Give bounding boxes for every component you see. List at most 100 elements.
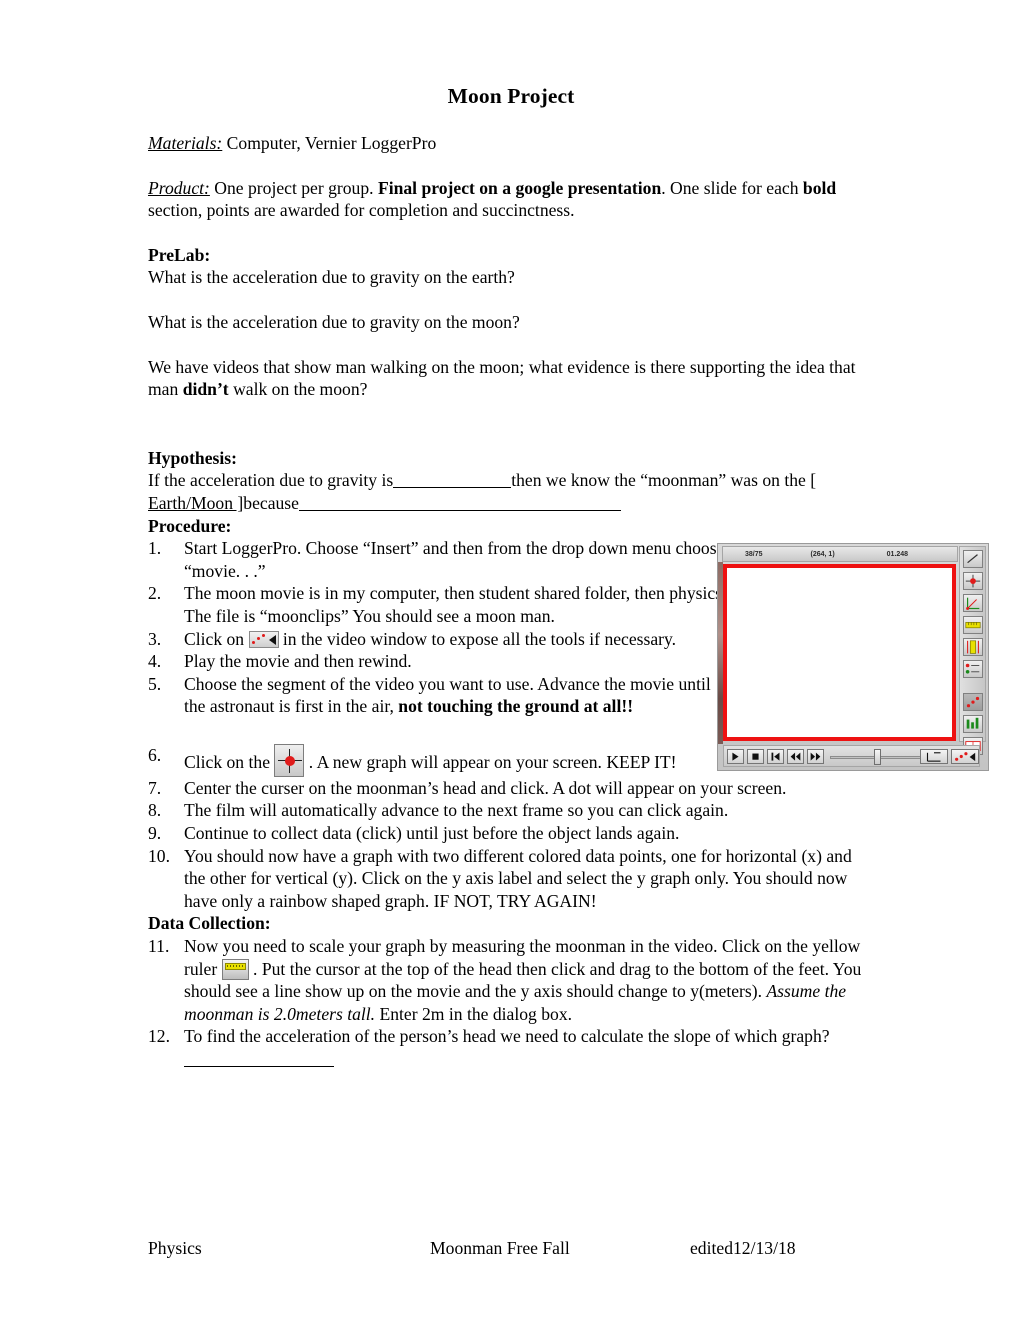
list-item: 7. Center the curser on the moonman’s he… [148, 777, 874, 800]
list-item-number: 2. [148, 583, 162, 604]
list-item: 5. Choose the segment of the video you w… [148, 673, 729, 718]
video-canvas[interactable] [723, 564, 956, 741]
yellow-ruler-icon [221, 958, 249, 980]
hypothesis-blank-2[interactable] [298, 495, 621, 511]
list-item-text: Center the curser on the moonman’s head … [184, 777, 787, 798]
line-tool-icon[interactable] [963, 550, 983, 568]
list-item: 8. The film will automatically advance t… [148, 799, 874, 822]
list-item-text: Click on the [184, 751, 275, 772]
list-item-text: The moon movie is in my computer, then s… [184, 583, 727, 626]
video-tool-palette [959, 546, 986, 755]
list-item-text: Start LoggerPro. Choose “Insert” and the… [184, 538, 725, 581]
hypothesis-blank-1[interactable] [393, 472, 512, 489]
product-text-3: section, points are awarded for completi… [148, 200, 575, 221]
prelab-q3-bold: didn’t [182, 379, 229, 400]
list-item-number: 11. [148, 936, 170, 957]
product-bold: Final project on a google presentation [377, 177, 662, 198]
prelab-heading: PreLab: [148, 244, 211, 265]
materials-label: Materials: [148, 133, 223, 153]
list-item-text: The film will automatically advance to t… [184, 800, 729, 821]
data-collection-list: 11. Now you need to scale your graph by … [148, 935, 874, 1071]
cursor-coordinates: (264, 1) [810, 550, 835, 558]
product-line: Product: One project per group. Final pr… [148, 177, 874, 222]
list-item: 9. Continue to collect data (click) unti… [148, 822, 874, 845]
materials-text: Computer, Vernier LoggerPro [222, 133, 437, 153]
prelab-question-1: What is the acceleration due to gravity … [148, 267, 515, 288]
prelab-question-2: What is the acceleration due to gravity … [148, 311, 520, 332]
set-origin-icon[interactable] [963, 594, 983, 612]
list-item: 11. Now you need to scale your graph by … [148, 935, 874, 1025]
document-page: Moon Project Materials: Computer, Vernie… [0, 0, 1020, 1320]
list-item-number: 6. [148, 744, 162, 765]
video-status-bar: 38/75 (264, 1) 01.248 [722, 546, 958, 562]
step-back-icon[interactable] [787, 749, 804, 764]
list-item: 12. To find the acceleration of the pers… [148, 1025, 874, 1070]
list-item-text: You should now have a graph with two dif… [184, 845, 852, 911]
footer-right: edited12/13/18 [690, 1238, 796, 1258]
video-playback-controls [723, 745, 980, 767]
rewind-to-start-icon[interactable] [767, 749, 784, 764]
list-item-number: 3. [148, 628, 162, 649]
list-item-text-cont: Enter 2m in the dialog box. [375, 1003, 573, 1024]
list-item-number: 4. [148, 651, 162, 672]
add-point-target-icon [274, 743, 305, 777]
step-forward-icon[interactable] [807, 749, 824, 764]
list-item-text-mid: . Put the cursor at the top of the head … [184, 958, 862, 1002]
list-item-number: 7. [148, 777, 162, 798]
list-item: 4. Play the movie and then rewind. [148, 650, 729, 673]
list-item-text: Click on [184, 628, 249, 649]
video-window-frame: 38/75 (264, 1) 01.248 [717, 543, 989, 771]
page-footer: Physics Moonman Free Fall edited12/13/18 [148, 1238, 874, 1259]
list-item-number: 12. [148, 1026, 170, 1047]
loggerpro-video-window: 38/75 (264, 1) 01.248 [717, 543, 989, 771]
vertical-scale-icon[interactable] [963, 638, 983, 656]
answer-blank-graph[interactable] [184, 1051, 334, 1067]
list-item-text: To find the acceleration of the person’s… [184, 1026, 830, 1047]
toggle-tools-icon[interactable] [951, 749, 979, 764]
list-item-bold: not touching the ground at all!! [398, 696, 634, 717]
list-item-number: 9. [148, 823, 162, 844]
toggle-tools-icon [248, 630, 279, 648]
axes-tool-icon[interactable] [920, 749, 948, 764]
graph-overlay-icon[interactable] [963, 715, 983, 733]
point-series-icon[interactable] [963, 660, 983, 678]
list-item-number: 10. [148, 845, 170, 866]
product-label: Product: [148, 177, 210, 198]
list-item-text-cont: . A new graph will appear on your screen… [304, 751, 677, 772]
hypothesis-part-b: then we know the “moonman” was on the [511, 470, 811, 491]
list-item-number: 1. [148, 538, 162, 559]
stop-icon[interactable] [747, 749, 764, 764]
list-item-number: 8. [148, 800, 162, 821]
toggle-tools-dots [251, 633, 268, 646]
footer-middle: Moonman Free Fall [430, 1238, 570, 1258]
prelab-question-3: We have videos that show man walking on … [148, 356, 874, 401]
yellow-ruler-icon[interactable] [963, 616, 983, 634]
add-point-target-icon[interactable] [963, 572, 983, 590]
product-bold-2: bold [802, 177, 837, 198]
materials-line: Materials: Computer, Vernier LoggerPro [148, 132, 874, 155]
list-item: 1. Start LoggerPro. Choose “Insert” and … [148, 537, 729, 582]
play-icon[interactable] [727, 749, 744, 764]
procedure-heading: Procedure: [148, 515, 232, 536]
frame-counter: 38/75 [745, 550, 763, 558]
list-item-number: 5. [148, 673, 162, 694]
list-item: 10. You should now have a graph with two… [148, 845, 874, 913]
list-item: 2. The moon movie is in my computer, the… [148, 582, 729, 627]
list-item-text: Continue to collect data (click) until j… [184, 823, 680, 844]
video-scrubber-thumb[interactable] [874, 749, 881, 765]
product-text-1: One project per group. [209, 177, 378, 198]
show-points-icon[interactable] [963, 693, 983, 711]
footer-left: Physics [148, 1238, 202, 1258]
prelab-q3-part-b: walk on the moon? [228, 379, 368, 400]
page-title: Moon Project [447, 84, 575, 108]
list-item-text: Play the movie and then rewind. [184, 651, 412, 672]
hypothesis-statement: If the acceleration due to gravity is the… [148, 469, 874, 514]
toggle-tools-arrow [268, 634, 276, 645]
list-item: 3. Click on in the video window to expos… [148, 628, 729, 651]
document-body: Moon Project Materials: Computer, Vernie… [148, 0, 874, 1071]
timestamp-readout: 01.248 [886, 550, 909, 558]
video-scrubber-track[interactable] [830, 756, 933, 759]
list-item-text-cont: in the video window to expose all the to… [278, 628, 677, 649]
hypothesis-part-c: because [243, 492, 299, 513]
hypothesis-heading: Hypothesis: [148, 447, 237, 468]
